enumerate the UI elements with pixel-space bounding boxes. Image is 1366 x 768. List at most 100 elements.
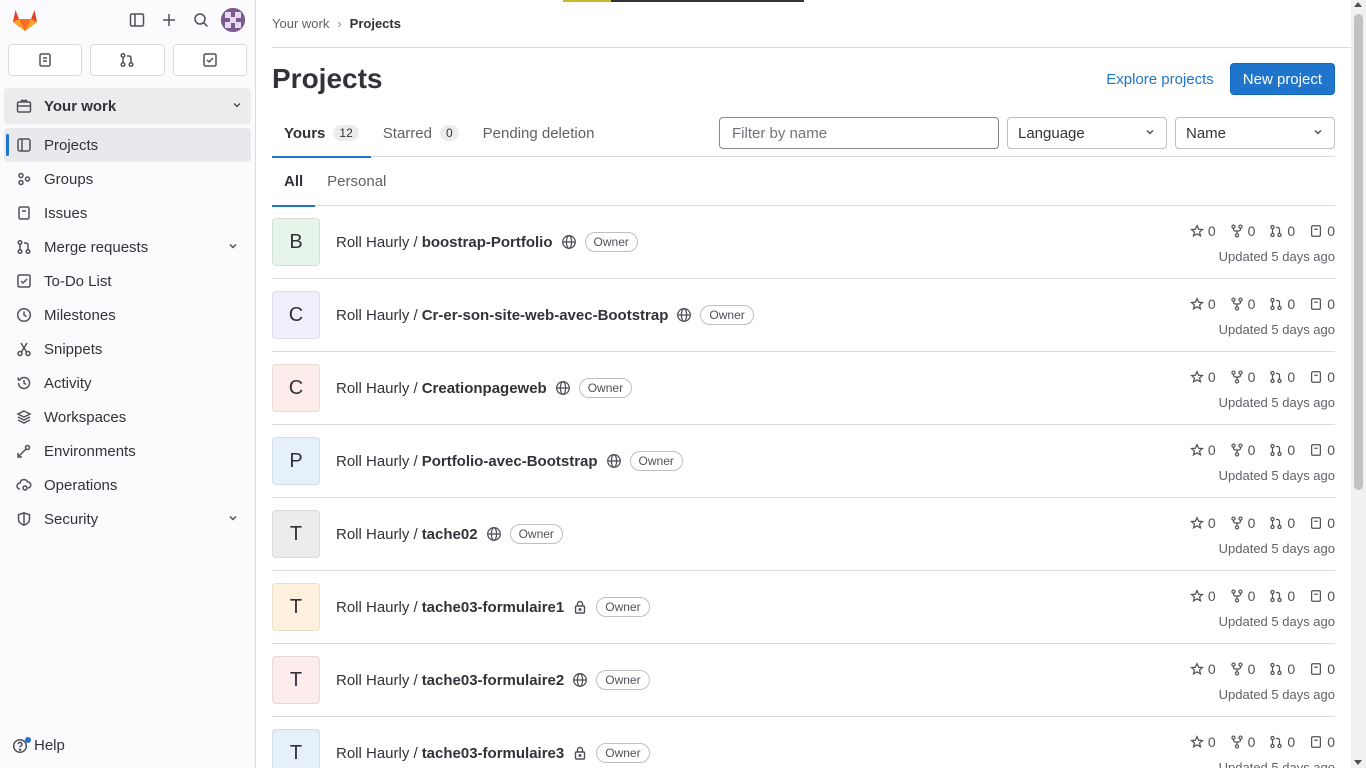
issues-stat[interactable]: 0 — [1309, 661, 1335, 677]
merge-requests-stat[interactable]: 0 — [1269, 223, 1295, 239]
project-title[interactable]: Roll Haurly / tache03-formulaire1 Owner — [336, 597, 650, 617]
stars-stat[interactable]: 0 — [1189, 734, 1216, 750]
help-button[interactable]: Help — [12, 736, 65, 754]
tab-starred[interactable]: Starred 0 — [371, 110, 471, 157]
language-dropdown[interactable]: Language — [1007, 117, 1167, 149]
scrollbar[interactable] — [1351, 0, 1366, 768]
chevron-down-icon[interactable] — [227, 239, 239, 256]
issues-stat[interactable]: 0 — [1309, 588, 1335, 604]
sidebar-item-projects[interactable]: Projects — [4, 128, 251, 162]
new-project-button[interactable]: New project — [1229, 63, 1335, 95]
project-title[interactable]: Roll Haurly / tache03-formulaire2 Owner — [336, 670, 650, 690]
context-switcher[interactable]: Your work — [4, 88, 251, 124]
sidebar-item-operations[interactable]: Operations — [4, 468, 251, 502]
project-avatar[interactable]: T — [272, 510, 320, 558]
issues-stat[interactable]: 0 — [1309, 223, 1335, 239]
stars-stat[interactable]: 0 — [1189, 588, 1216, 604]
todo-button[interactable] — [172, 44, 247, 76]
project-avatar[interactable]: B — [272, 218, 320, 266]
subtab-all[interactable]: All — [272, 157, 316, 207]
tab-pending-deletion[interactable]: Pending deletion — [471, 110, 607, 157]
project-title[interactable]: Roll Haurly / tache02 Owner — [336, 524, 563, 544]
project-title[interactable]: Roll Haurly / Creationpageweb Owner — [336, 378, 633, 398]
project-name[interactable]: tache03-formulaire2 — [422, 672, 565, 689]
project-avatar[interactable]: T — [272, 656, 320, 704]
project-name[interactable]: boostrap-Portfolio — [422, 234, 553, 251]
forks-stat[interactable]: 0 — [1230, 442, 1255, 458]
sidebar-item-security[interactable]: Security — [4, 502, 251, 536]
sidebar-item-merge-requests[interactable]: Merge requests — [4, 230, 251, 264]
project-avatar[interactable]: C — [272, 291, 320, 339]
project-avatar[interactable]: T — [272, 729, 320, 768]
history-icon — [16, 375, 32, 391]
project-name[interactable]: Creationpageweb — [422, 380, 547, 397]
explore-projects-link[interactable]: Explore projects — [1106, 71, 1214, 88]
project-name[interactable]: tache03-formulaire1 — [422, 599, 565, 616]
tabs-row: Yours 12 Starred 0 Pending deletion Lang… — [272, 110, 1335, 158]
breadcrumb-current[interactable]: Projects — [350, 16, 401, 31]
merge-requests-stat[interactable]: 0 — [1269, 515, 1295, 531]
issues-stat[interactable]: 0 — [1309, 734, 1335, 750]
forks-stat[interactable]: 0 — [1230, 223, 1255, 239]
breadcrumb-parent[interactable]: Your work — [272, 16, 329, 31]
star-icon — [1189, 297, 1204, 311]
sidebar-item-to-do-list[interactable]: To-Do List — [4, 264, 251, 298]
sidebar-item-environments[interactable]: Environments — [4, 434, 251, 468]
project-title[interactable]: Roll Haurly / Portfolio-avec-Bootstrap O… — [336, 451, 683, 471]
issues-stat[interactable]: 0 — [1309, 442, 1335, 458]
sidebar-item-activity[interactable]: Activity — [4, 366, 251, 400]
user-avatar[interactable] — [221, 8, 245, 32]
project-namespace: Roll Haurly / — [336, 671, 418, 689]
project-title[interactable]: Roll Haurly / Cr-er-son-site-web-avec-Bo… — [336, 305, 754, 325]
project-avatar[interactable]: C — [272, 364, 320, 412]
sidebar-item-snippets[interactable]: Snippets — [4, 332, 251, 366]
project-stats: 0 0 0 0 — [1189, 734, 1335, 750]
forks-stat[interactable]: 0 — [1230, 369, 1255, 385]
project-name[interactable]: tache03-formulaire3 — [422, 745, 565, 762]
project-row: T Roll Haurly / tache03-formulaire1 Owne… — [272, 571, 1335, 644]
project-avatar[interactable]: P — [272, 437, 320, 485]
sidebar-item-groups[interactable]: Groups — [4, 162, 251, 196]
merge-requests-button[interactable] — [90, 44, 165, 76]
forks-stat[interactable]: 0 — [1230, 296, 1255, 312]
stars-stat[interactable]: 0 — [1189, 661, 1216, 677]
project-name[interactable]: Portfolio-avec-Bootstrap — [422, 453, 598, 470]
plus-icon[interactable] — [153, 4, 185, 36]
project-name[interactable]: tache02 — [422, 526, 478, 543]
issues-stat[interactable]: 0 — [1309, 369, 1335, 385]
project-name[interactable]: Cr-er-son-site-web-avec-Bootstrap — [422, 307, 669, 324]
issues-stat[interactable]: 0 — [1309, 296, 1335, 312]
lock-icon — [572, 599, 588, 615]
merge-requests-stat[interactable]: 0 — [1269, 442, 1295, 458]
project-title[interactable]: Roll Haurly / tache03-formulaire3 Owner — [336, 743, 650, 763]
merge-requests-stat[interactable]: 0 — [1269, 734, 1295, 750]
stars-stat[interactable]: 0 — [1189, 515, 1216, 531]
merge-requests-stat[interactable]: 0 — [1269, 661, 1295, 677]
stars-stat[interactable]: 0 — [1189, 223, 1216, 239]
stars-stat[interactable]: 0 — [1189, 369, 1216, 385]
project-avatar[interactable]: T — [272, 583, 320, 631]
tab-yours[interactable]: Yours 12 — [272, 110, 371, 158]
subtab-personal[interactable]: Personal — [315, 157, 398, 206]
forks-stat[interactable]: 0 — [1230, 588, 1255, 604]
forks-stat[interactable]: 0 — [1230, 515, 1255, 531]
forks-stat[interactable]: 0 — [1230, 734, 1255, 750]
forks-stat[interactable]: 0 — [1230, 661, 1255, 677]
sort-dropdown[interactable]: Name — [1175, 117, 1335, 149]
filter-by-name-input[interactable] — [719, 117, 999, 149]
merge-requests-stat[interactable]: 0 — [1269, 369, 1295, 385]
project-title[interactable]: Roll Haurly / boostrap-Portfolio Owner — [336, 232, 638, 252]
search-icon[interactable] — [185, 4, 217, 36]
sidebar-toggle-icon[interactable] — [121, 4, 153, 36]
merge-requests-stat[interactable]: 0 — [1269, 296, 1295, 312]
sidebar-item-milestones[interactable]: Milestones — [4, 298, 251, 332]
chevron-down-icon[interactable] — [227, 511, 239, 528]
assigned-issues-button[interactable] — [8, 44, 83, 76]
sidebar-item-issues[interactable]: Issues — [4, 196, 251, 230]
stars-stat[interactable]: 0 — [1189, 442, 1216, 458]
gitlab-logo-icon[interactable] — [10, 5, 40, 35]
merge-requests-stat[interactable]: 0 — [1269, 588, 1295, 604]
issues-stat[interactable]: 0 — [1309, 515, 1335, 531]
sidebar-item-workspaces[interactable]: Workspaces — [4, 400, 251, 434]
stars-stat[interactable]: 0 — [1189, 296, 1216, 312]
